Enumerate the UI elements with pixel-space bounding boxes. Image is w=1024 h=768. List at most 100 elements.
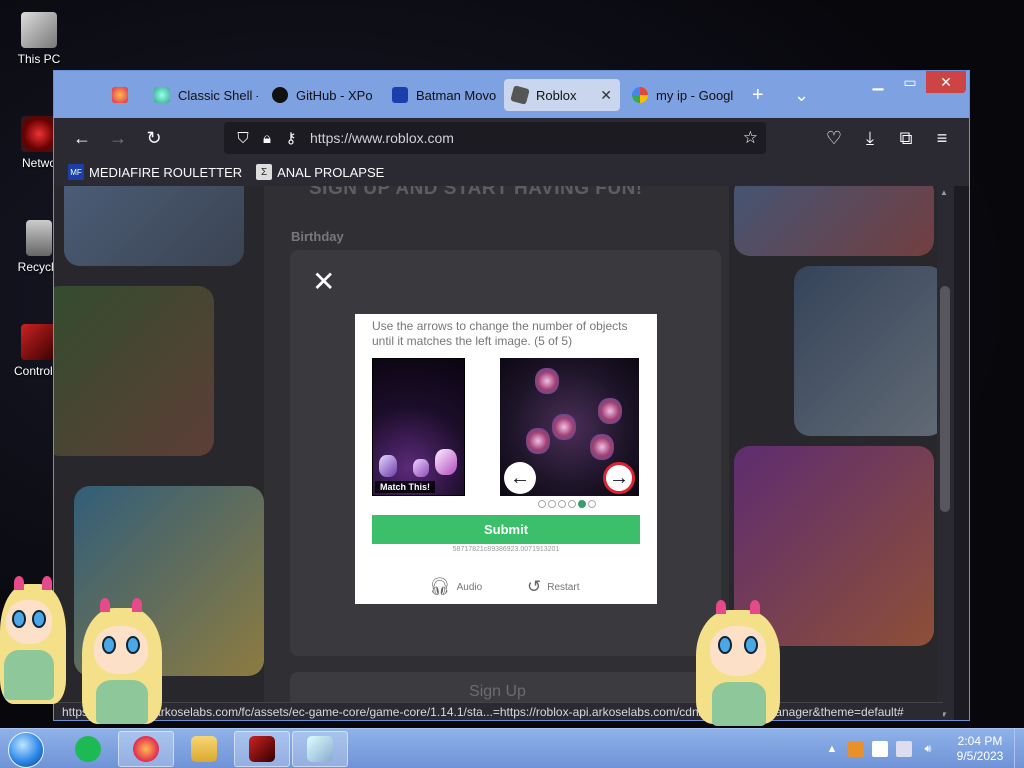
clock[interactable]: 2:04 PM 9/5/2023: [946, 734, 1014, 764]
page-heading: SIGN UP AND START HAVING FUN!: [309, 186, 643, 199]
classic-shell-icon: [154, 87, 170, 103]
restart-label: Restart: [547, 581, 580, 593]
tab-label: Classic Shell -: [178, 87, 258, 103]
mediafire-icon: MF: [68, 164, 84, 180]
navigation-toolbar: ← → ↻ ⛉ 🔒︎ ⚷ ☆ ♡ ⤓ ⧉ ≡: [54, 118, 969, 158]
list-all-tabs-button[interactable]: ⌄: [786, 79, 816, 111]
audio-label: Audio: [456, 581, 483, 593]
bookmark-anal-prolapse[interactable]: Σ ANAL PROLAPSE: [256, 164, 384, 180]
challenge-image: ← →: [500, 358, 639, 496]
reference-image: Match This!: [372, 358, 465, 496]
tab-label: Roblox: [536, 87, 577, 103]
challenge-object: [535, 368, 559, 394]
bookmark-label: MEDIAFIRE ROULETTER: [89, 164, 243, 180]
github-icon: [272, 87, 288, 103]
restart-icon: ↺: [527, 577, 542, 596]
back-button[interactable]: ←: [70, 126, 94, 150]
bookmark-star-icon[interactable]: ☆: [743, 128, 758, 148]
close-window-button[interactable]: ✕: [926, 71, 966, 93]
tab-roblox[interactable]: Roblox ✕: [504, 79, 620, 111]
tab-github[interactable]: GitHub - XPo: [264, 79, 382, 111]
forward-button[interactable]: →: [106, 126, 130, 150]
challenge-object: [598, 398, 622, 424]
tab-classic-shell[interactable]: Classic Shell -: [146, 79, 258, 111]
maximize-button[interactable]: ▭: [894, 71, 926, 93]
firefox-icon: [133, 736, 159, 762]
sigma-icon: Σ: [256, 164, 273, 180]
clock-date: 9/5/2023: [956, 749, 1004, 763]
birthday-label: Birthday: [291, 229, 344, 244]
tab-close-icon[interactable]: ✕: [600, 87, 612, 104]
desktop-icon-this-pc[interactable]: This PC: [4, 12, 74, 66]
system-tray: ▲ 🔊︎ 2:04 PM 9/5/2023: [820, 729, 1024, 768]
new-tab-button[interactable]: +: [744, 79, 774, 111]
progress-dot: [568, 500, 576, 508]
show-desktop-button[interactable]: [1014, 729, 1024, 768]
key-icon[interactable]: ⚷: [282, 129, 300, 147]
progress-dot: [538, 500, 546, 508]
page-scrollbar[interactable]: ▲ ▼: [937, 186, 954, 720]
tab-label: Batman Movo: [416, 87, 497, 103]
progress-dot: [558, 500, 566, 508]
minimize-button[interactable]: ▁: [862, 71, 894, 93]
background-game-tile: [64, 186, 244, 266]
folder-icon: [191, 736, 217, 762]
computer-icon: [21, 12, 57, 48]
scroll-thumb[interactable]: [940, 286, 950, 512]
tab-google[interactable]: my ip - Googl: [624, 79, 734, 111]
page-content: SIGN UP AND START HAVING FUN! Birthday ✕…: [54, 186, 954, 720]
reload-button[interactable]: ↻: [142, 126, 166, 150]
app-tray-icon[interactable]: [848, 741, 864, 757]
network-icon: [21, 116, 57, 152]
clock-time: 2:04 PM: [957, 734, 1003, 748]
url-bar[interactable]: ⛉ 🔒︎ ⚷ ☆: [224, 122, 766, 154]
action-center-icon[interactable]: [872, 741, 888, 757]
captcha-widget: Use the arrows to change the number of o…: [355, 314, 657, 604]
arrow-right-button[interactable]: →: [603, 462, 635, 494]
taskbar-app-spotify[interactable]: [60, 731, 116, 767]
reference-object: [435, 449, 457, 475]
taskbar-app-explorer[interactable]: [176, 731, 232, 767]
character-sticker: [0, 576, 70, 726]
recycle-bin-icon: [26, 220, 52, 256]
tab-label: GitHub - XPo: [296, 87, 373, 103]
menu-icon[interactable]: ≡: [930, 126, 954, 150]
notepad-icon: [307, 736, 333, 762]
taskbar-app-control-panel[interactable]: [234, 731, 290, 767]
shield-icon[interactable]: ⛉: [234, 130, 252, 147]
taskbar-app-firefox[interactable]: [118, 731, 174, 767]
volume-icon[interactable]: 🔊︎: [920, 741, 936, 757]
bookmark-mediafire[interactable]: MF MEDIAFIRE ROULETTER: [68, 164, 242, 180]
audio-button[interactable]: 🎧︎ Audio: [429, 577, 482, 597]
match-this-label: Match This!: [375, 481, 436, 493]
status-bar-url: https://roblox-api.arkoselabs.com/fc/ass…: [56, 702, 943, 720]
taskbar-app-notepad[interactable]: [292, 731, 348, 767]
tab-label: my ip - Googl: [656, 87, 734, 103]
close-icon[interactable]: ✕: [312, 268, 335, 296]
control-panel-icon: [21, 324, 57, 360]
network-status-icon[interactable]: [896, 741, 912, 757]
browser-window: Classic Shell - GitHub - XPo Batman Movo…: [53, 70, 970, 721]
downloads-icon[interactable]: ⤓: [858, 126, 882, 150]
scroll-up-arrow[interactable]: ▲: [940, 188, 948, 197]
arrow-left-button[interactable]: ←: [504, 462, 536, 494]
url-input[interactable]: [310, 130, 690, 146]
bookmark-label: ANAL PROLAPSE: [277, 164, 385, 180]
tab-batman[interactable]: Batman Movo: [384, 79, 502, 111]
start-button[interactable]: [8, 732, 44, 768]
character-sticker: [688, 600, 788, 728]
extensions-icon[interactable]: ⧉: [894, 126, 918, 150]
tab-firefox-view[interactable]: [104, 79, 138, 111]
character-sticker: [76, 598, 168, 728]
progress-dot: [548, 500, 556, 508]
mediafire-icon: [392, 87, 408, 103]
submit-button[interactable]: Submit: [372, 515, 640, 544]
taskbar: ▲ 🔊︎ 2:04 PM 9/5/2023: [0, 728, 1024, 768]
lock-icon[interactable]: 🔒︎: [258, 130, 276, 147]
show-hidden-icons-button[interactable]: ▲: [824, 741, 840, 757]
pocket-icon[interactable]: ♡: [822, 126, 846, 150]
reference-object: [379, 455, 397, 477]
firefox-view-icon: [112, 87, 128, 103]
restart-button[interactable]: ↺ Restart: [527, 577, 579, 597]
desktop-icon-label: This PC: [17, 52, 61, 66]
